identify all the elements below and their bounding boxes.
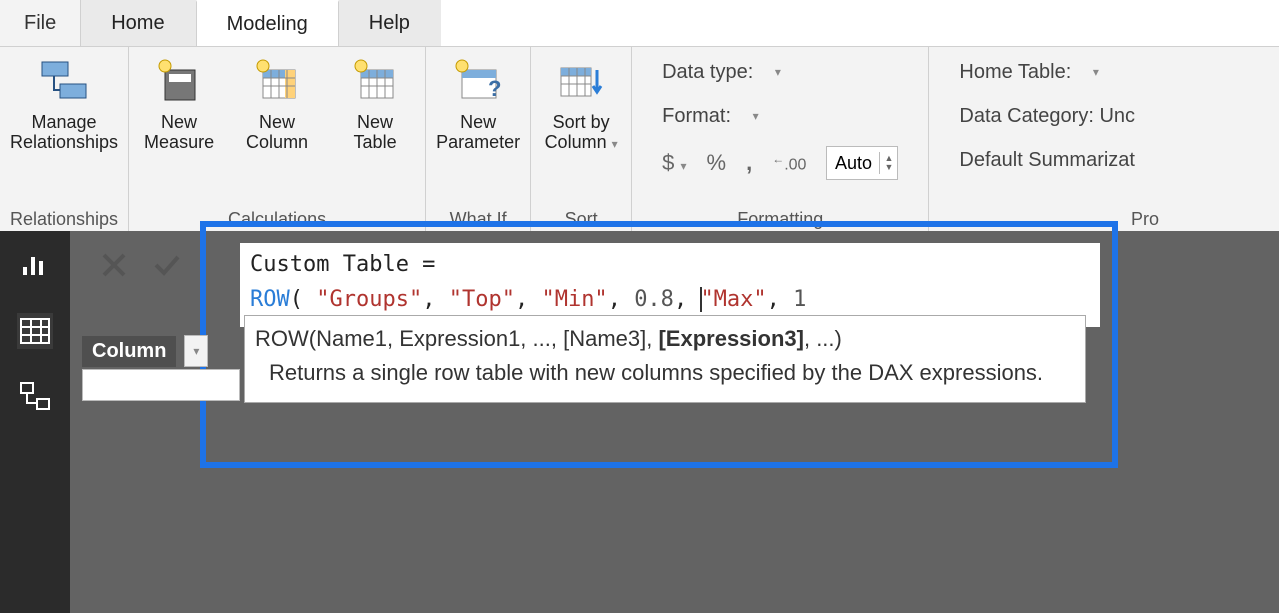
formula-line-1: Custom Table = — [250, 247, 1090, 282]
dax-function: ROW — [250, 287, 290, 312]
new-parameter-label: New Parameter — [436, 113, 520, 153]
cancel-formula-button[interactable] — [100, 251, 128, 279]
group-formatting: Data type: ▾ Format: ▾ $ ▾ % , ←.00 ▲▼ F… — [632, 47, 928, 232]
group-calculations-label: Calculations — [129, 209, 425, 230]
group-formatting-label: Formatting — [632, 209, 928, 230]
chevron-down-icon: ▾ — [1093, 65, 1099, 79]
currency-button[interactable]: $ ▾ — [662, 150, 686, 176]
format-dropdown[interactable]: Format: ▾ — [662, 101, 898, 131]
decimal-button[interactable]: ←.00 — [772, 152, 806, 174]
new-column-label: New Column — [246, 113, 308, 153]
current-parameter: [Expression3] — [658, 326, 804, 351]
sort-by-column-button[interactable]: Sort by Column ▾ — [541, 53, 621, 153]
data-category-label: Data Category: Unc — [959, 105, 1135, 128]
home-table-label: Home Table: — [959, 61, 1071, 84]
group-relationships-label: Relationships — [0, 209, 128, 230]
chevron-down-icon: ▾ — [775, 65, 781, 79]
formula-editor[interactable]: Custom Table = ROW( "Groups", "Top", "Mi… — [240, 243, 1100, 327]
field-well-cell[interactable] — [82, 369, 240, 401]
column-icon — [245, 53, 309, 109]
new-parameter-button[interactable]: ? New Parameter — [436, 53, 520, 153]
ribbon: Manage Relationships Relationships New M… — [0, 47, 1279, 233]
group-properties-label: Pro — [929, 209, 1165, 230]
tab-help[interactable]: Help — [339, 0, 441, 46]
percent-button[interactable]: % — [707, 150, 727, 176]
tab-home[interactable]: Home — [81, 0, 195, 46]
decimal-places-input[interactable] — [827, 152, 879, 175]
default-summarization-label: Default Summarizat — [959, 149, 1135, 172]
view-sidebar — [0, 231, 70, 613]
field-well: Column ▾ — [82, 335, 208, 367]
manage-relationships-label: Manage Relationships — [10, 113, 118, 153]
default-summarization-dropdown[interactable]: Default Summarizat — [959, 145, 1135, 175]
tab-modeling[interactable]: Modeling — [196, 0, 339, 46]
group-relationships: Manage Relationships Relationships — [0, 47, 128, 232]
new-column-button[interactable]: New Column — [237, 53, 317, 153]
chevron-down-icon: ▾ — [753, 109, 759, 123]
table-icon — [343, 53, 407, 109]
group-calculations: New Measure New Column New Table Calcula… — [129, 47, 425, 232]
group-whatif: ? New Parameter What If — [426, 47, 530, 232]
svg-text:?: ? — [488, 76, 501, 101]
group-sort-label: Sort — [531, 209, 631, 230]
tab-file[interactable]: File — [0, 0, 81, 46]
field-well-dropdown[interactable]: ▾ — [184, 335, 208, 367]
chevron-down-icon: ▾ — [612, 137, 618, 151]
data-type-dropdown[interactable]: Data type: ▾ — [662, 57, 898, 87]
home-table-dropdown[interactable]: Home Table: ▾ — [959, 57, 1135, 87]
spinner-arrows[interactable]: ▲▼ — [879, 152, 897, 174]
group-properties: Home Table: ▾ Data Category: Unc Default… — [929, 47, 1165, 232]
sort-icon — [549, 53, 613, 109]
parameter-icon: ? — [446, 53, 510, 109]
intellisense-tooltip: ROW(Name1, Expression1, ..., [Name3], [E… — [244, 315, 1086, 403]
measure-icon — [147, 53, 211, 109]
sort-by-column-label: Sort by Column ▾ — [545, 113, 618, 153]
manage-relationships-button[interactable]: Manage Relationships — [10, 53, 118, 153]
chevron-down-icon: ▾ — [193, 344, 199, 358]
formula-line-2: ROW( "Groups", "Top", "Min", 0.8, "Max",… — [250, 282, 1090, 317]
intellisense-description: Returns a single row table with new colu… — [255, 356, 1075, 390]
new-measure-button[interactable]: New Measure — [139, 53, 219, 153]
relationships-icon — [32, 53, 96, 109]
new-table-button[interactable]: New Table — [335, 53, 415, 153]
editor-stage: Custom Table = ROW( "Groups", "Top", "Mi… — [70, 231, 1279, 613]
group-whatif-label: What If — [426, 209, 530, 230]
report-view-icon[interactable] — [17, 247, 53, 283]
formula-bar-controls — [100, 251, 182, 279]
thousands-button[interactable]: , — [746, 150, 752, 176]
chevron-down-icon: ▾ — [680, 159, 686, 173]
new-table-label: New Table — [354, 113, 397, 153]
commit-formula-button[interactable] — [152, 251, 182, 279]
data-view-icon[interactable] — [17, 313, 53, 349]
field-well-label: Column — [82, 336, 176, 367]
decimal-places-spinner[interactable]: ▲▼ — [826, 146, 898, 180]
new-measure-label: New Measure — [144, 113, 214, 153]
model-view-icon[interactable] — [17, 379, 53, 415]
group-sort: Sort by Column ▾ Sort — [531, 47, 631, 232]
intellisense-signature: ROW(Name1, Expression1, ..., [Name3], [E… — [255, 322, 1075, 356]
data-category-dropdown[interactable]: Data Category: Unc — [959, 101, 1135, 131]
ribbon-tabs: File Home Modeling Help — [0, 0, 1279, 47]
format-label: Format: — [662, 105, 731, 128]
data-type-label: Data type: — [662, 61, 753, 84]
